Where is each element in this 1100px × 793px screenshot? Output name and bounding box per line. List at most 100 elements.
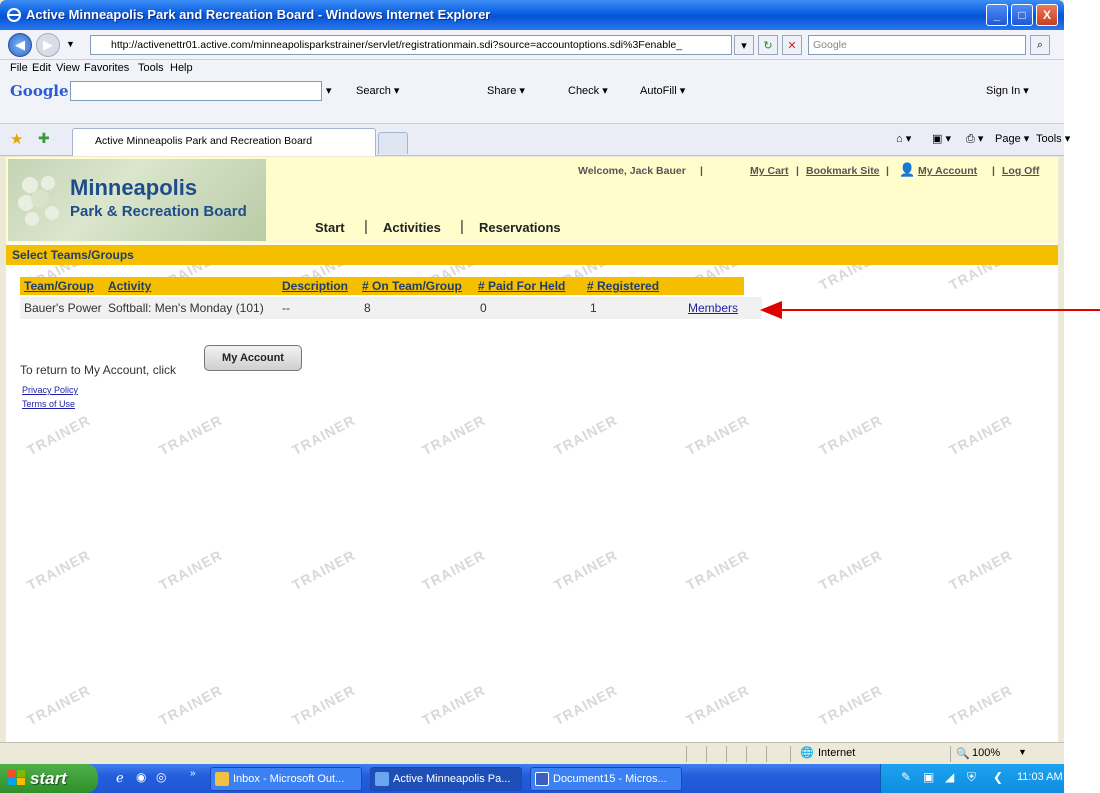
refresh-icon[interactable]: ↻ — [758, 35, 778, 55]
quicklaunch-media-icon[interactable]: ◉ — [136, 770, 146, 784]
separator: | — [886, 165, 889, 177]
nav-start[interactable]: Start — [315, 220, 345, 235]
status-divider — [766, 746, 767, 762]
bookmark-site-link[interactable]: Bookmark Site — [806, 165, 880, 177]
ie-task-icon — [375, 772, 389, 786]
tools-menu[interactable]: Tools ▾ — [1036, 132, 1070, 145]
add-favorites-icon[interactable]: ✚ — [38, 130, 50, 147]
forward-button[interactable]: ▶ — [36, 33, 60, 57]
google-dropdown-icon[interactable]: ▾ — [326, 84, 332, 97]
logo-subtitle: Park & Recreation Board — [70, 203, 247, 220]
watermark-text: TRAINER — [24, 546, 93, 594]
new-tab-button[interactable] — [378, 132, 408, 154]
search-icon[interactable]: ⌕ — [1030, 35, 1050, 55]
google-share-button[interactable]: Share ▾ — [487, 84, 525, 97]
terms-of-use-link[interactable]: Terms of Use — [22, 399, 75, 409]
members-link[interactable]: Members — [688, 301, 738, 315]
close-button[interactable]: X — [1036, 4, 1058, 26]
quicklaunch-more-icon[interactable]: » — [190, 768, 196, 779]
url-dropdown-icon[interactable]: ▾ — [734, 35, 754, 55]
title-bar[interactable]: Active Minneapolis Park and Recreation B… — [0, 0, 1064, 30]
nav-activities[interactable]: Activities — [383, 220, 441, 235]
google-signin-button[interactable]: Sign In ▾ — [986, 84, 1029, 97]
separator: | — [796, 165, 799, 177]
site-logo[interactable]: Minneapolis Park & Recreation Board — [8, 159, 266, 241]
zoom-level[interactable]: 100% — [972, 747, 1000, 759]
quicklaunch-browser-icon[interactable]: ◎ — [156, 770, 166, 784]
menu-favorites[interactable]: Favorites — [84, 62, 129, 74]
watermark-text: TRAINER — [156, 411, 225, 459]
nav-separator: | — [364, 218, 368, 235]
home-icon[interactable]: ⌂ ▾ — [896, 132, 911, 145]
task-ie-active[interactable]: Active Minneapolis Pa... — [370, 767, 522, 791]
favorites-star-icon[interactable]: ★ — [10, 130, 23, 148]
task-label: Inbox - Microsoft Out... — [233, 773, 345, 785]
tab-active-page[interactable]: Active Minneapolis Park and Recreation B… — [72, 128, 376, 156]
tray-arrow-icon[interactable]: ❮ — [993, 770, 1003, 784]
section-title: Select Teams/Groups — [12, 248, 134, 262]
back-button[interactable]: ◀ — [8, 33, 32, 57]
task-word[interactable]: Document15 - Micros... — [530, 767, 682, 791]
watermark-text: TRAINER — [156, 681, 225, 729]
status-divider — [706, 746, 707, 762]
col-on-team[interactable]: # On Team/Group — [362, 279, 462, 293]
tray-volume-icon[interactable]: ◢ — [945, 770, 954, 784]
system-tray: ✎ ▣ ◢ ⛨ ❮ 11:03 AM — [880, 764, 1064, 793]
col-description[interactable]: Description — [282, 279, 348, 293]
clock[interactable]: 11:03 AM — [1017, 771, 1063, 783]
url-field[interactable]: http://activenettr01.active.com/minneapo… — [90, 35, 732, 55]
search-input[interactable]: Google — [808, 35, 1026, 55]
feeds-icon[interactable]: ▣ ▾ — [932, 132, 951, 145]
section-header: Select Teams/Groups — [6, 245, 1058, 265]
my-account-link[interactable]: My Account — [918, 165, 977, 177]
col-team-group[interactable]: Team/Group — [24, 279, 94, 293]
minimize-button[interactable]: _ — [986, 4, 1008, 26]
security-zone[interactable]: Internet — [818, 747, 855, 759]
watermark-text: TRAINER — [551, 411, 620, 459]
tray-network-icon[interactable]: ✎ — [901, 770, 911, 784]
watermark-text: TRAINER — [683, 681, 752, 729]
privacy-policy-link[interactable]: Privacy Policy — [22, 385, 78, 395]
table-row: Bauer's Power Softball: Men's Monday (10… — [20, 297, 762, 319]
maximize-button[interactable]: □ — [1011, 4, 1033, 26]
stop-icon[interactable]: ✕ — [782, 35, 802, 55]
nav-reservations[interactable]: Reservations — [479, 220, 561, 235]
zoom-dropdown-icon[interactable]: ▼ — [1018, 747, 1027, 757]
start-button[interactable]: start — [0, 764, 98, 793]
google-search-input[interactable] — [70, 81, 322, 101]
taskbar: start ℯ ◉ ◎ » Inbox - Microsoft Out... A… — [0, 764, 1064, 793]
google-autofill-button[interactable]: AutoFill ▾ — [640, 84, 685, 97]
menu-view[interactable]: View — [56, 62, 80, 74]
col-paid-for-held[interactable]: # Paid For Held — [478, 279, 565, 293]
watermark-text: TRAINER — [816, 681, 885, 729]
google-search-button[interactable]: Search ▾ — [356, 84, 399, 97]
nav-separator: | — [460, 218, 464, 235]
cell-activity: Softball: Men's Monday (101) — [108, 301, 264, 315]
ie-icon — [7, 8, 21, 22]
menu-file[interactable]: File — [10, 62, 28, 74]
print-icon[interactable]: ⎙ ▾ — [966, 132, 983, 146]
welcome-text: Welcome, Jack Bauer — [578, 165, 686, 177]
status-bar: 🌐 Internet 🔍 100% ▼ — [0, 742, 1064, 764]
col-registered[interactable]: # Registered — [587, 279, 659, 293]
page-menu[interactable]: Page ▾ — [995, 132, 1029, 145]
google-check-button[interactable]: Check ▾ — [568, 84, 608, 97]
log-off-link[interactable]: Log Off — [1002, 165, 1039, 177]
word-icon — [535, 772, 549, 786]
my-cart-link[interactable]: My Cart — [750, 165, 789, 177]
my-account-button[interactable]: My Account — [204, 345, 302, 371]
task-outlook[interactable]: Inbox - Microsoft Out... — [210, 767, 362, 791]
tray-messenger-icon[interactable]: ▣ — [923, 770, 934, 784]
status-divider — [746, 746, 747, 762]
col-activity[interactable]: Activity — [108, 279, 151, 293]
history-dropdown-icon[interactable]: ▼ — [66, 39, 75, 49]
google-toolbar: Google ▾ Search ▾ Share ▾ Check ▾ AutoFi… — [0, 78, 1064, 124]
quicklaunch-ie-icon[interactable]: ℯ — [116, 770, 124, 786]
browser-window: Active Minneapolis Park and Recreation B… — [0, 0, 1070, 793]
tray-security-icon[interactable]: ⛨ — [967, 770, 976, 785]
menu-help[interactable]: Help — [170, 62, 193, 74]
watermark-text: TRAINER — [816, 546, 885, 594]
menu-edit[interactable]: Edit — [32, 62, 51, 74]
menu-tools[interactable]: Tools — [138, 62, 164, 74]
cell-paid-for-held: 0 — [480, 301, 487, 315]
